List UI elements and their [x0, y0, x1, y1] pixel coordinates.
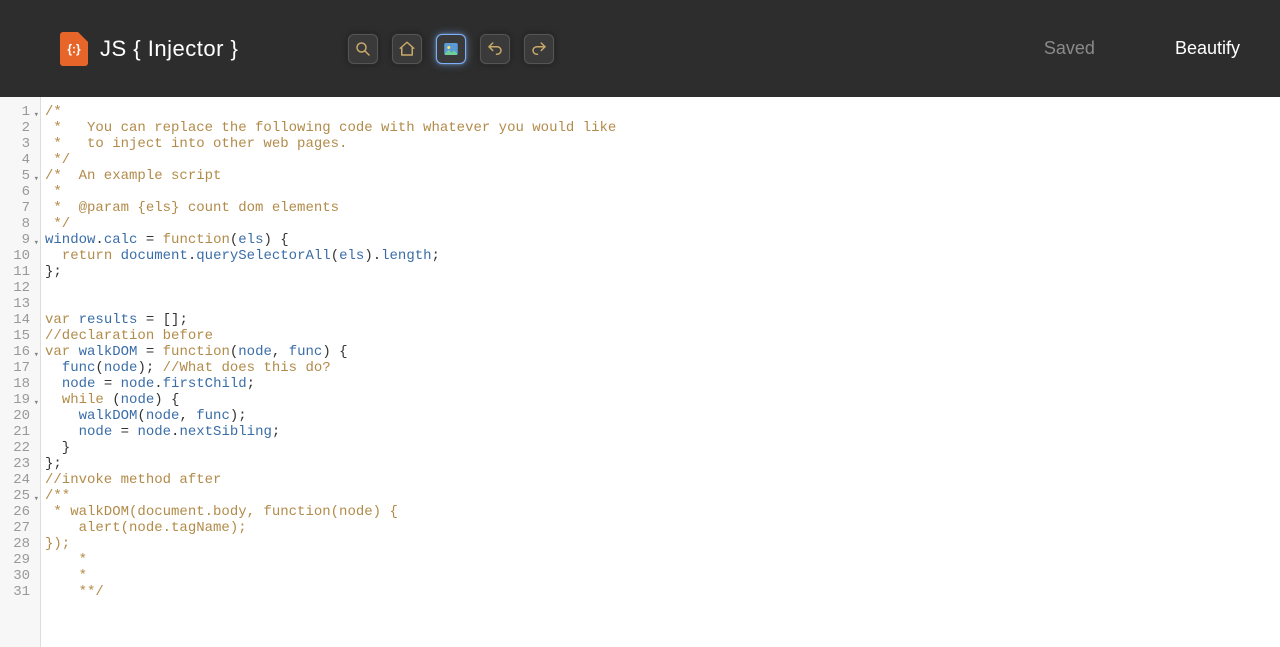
line-number: 25▾ — [0, 488, 38, 504]
home-icon[interactable] — [392, 34, 422, 64]
line-number: 12 — [0, 280, 38, 296]
code-line[interactable]: } — [45, 440, 1280, 456]
line-number: 6 — [0, 184, 38, 200]
line-number: 13 — [0, 296, 38, 312]
code-line[interactable]: */ — [45, 216, 1280, 232]
line-number: 4 — [0, 152, 38, 168]
code-line[interactable]: node = node.firstChild; — [45, 376, 1280, 392]
logo-group: {:} JS { Injector } — [60, 32, 238, 66]
toolbar — [348, 34, 554, 64]
line-number: 10 — [0, 248, 38, 264]
code-line[interactable]: var walkDOM = function(node, func) { — [45, 344, 1280, 360]
line-number: 21 — [0, 424, 38, 440]
code-line[interactable]: /** — [45, 488, 1280, 504]
status-saved: Saved — [1044, 38, 1095, 59]
code-line[interactable]: return document.querySelectorAll(els).le… — [45, 248, 1280, 264]
line-number: 22 — [0, 440, 38, 456]
app-title: JS { Injector } — [100, 36, 238, 62]
code-line[interactable]: * — [45, 568, 1280, 584]
code-line[interactable]: window.calc = function(els) { — [45, 232, 1280, 248]
line-number: 9▾ — [0, 232, 38, 248]
line-number: 16▾ — [0, 344, 38, 360]
code-line[interactable]: **/ — [45, 584, 1280, 600]
line-number: 1▾ — [0, 104, 38, 120]
code-line[interactable]: * You can replace the following code wit… — [45, 120, 1280, 136]
code-line[interactable]: node = node.nextSibling; — [45, 424, 1280, 440]
line-number: 20 — [0, 408, 38, 424]
code-line[interactable]: * @param {els} count dom elements — [45, 200, 1280, 216]
code-line[interactable]: /* — [45, 104, 1280, 120]
line-gutter: 1▾2345▾6789▾10111213141516▾171819▾202122… — [0, 97, 41, 647]
line-number: 5▾ — [0, 168, 38, 184]
code-line[interactable]: func(node); //What does this do? — [45, 360, 1280, 376]
line-number: 17 — [0, 360, 38, 376]
line-number: 26 — [0, 504, 38, 520]
app-header: {:} JS { Injector } Saved Beautify — [0, 0, 1280, 97]
code-line[interactable]: * — [45, 552, 1280, 568]
code-line[interactable]: alert(node.tagName); — [45, 520, 1280, 536]
code-area[interactable]: /* * You can replace the following code … — [41, 97, 1280, 647]
beautify-button[interactable]: Beautify — [1175, 38, 1240, 59]
search-icon[interactable] — [348, 34, 378, 64]
code-line[interactable]: }; — [45, 456, 1280, 472]
code-line[interactable]: walkDOM(node, func); — [45, 408, 1280, 424]
code-line[interactable]: /* An example script — [45, 168, 1280, 184]
code-line[interactable]: * to inject into other web pages. — [45, 136, 1280, 152]
image-icon[interactable] — [436, 34, 466, 64]
line-number: 24 — [0, 472, 38, 488]
code-line[interactable]: }); — [45, 536, 1280, 552]
line-number: 14 — [0, 312, 38, 328]
code-line[interactable]: }; — [45, 264, 1280, 280]
line-number: 11 — [0, 264, 38, 280]
line-number: 27 — [0, 520, 38, 536]
line-number: 19▾ — [0, 392, 38, 408]
header-right: Saved Beautify — [1044, 38, 1240, 59]
app-logo-icon: {:} — [60, 32, 88, 66]
undo-icon[interactable] — [480, 34, 510, 64]
code-line[interactable] — [45, 296, 1280, 312]
line-number: 31 — [0, 584, 38, 600]
line-number: 28 — [0, 536, 38, 552]
code-line[interactable]: var results = []; — [45, 312, 1280, 328]
code-line[interactable]: * walkDOM(document.body, function(node) … — [45, 504, 1280, 520]
line-number: 23 — [0, 456, 38, 472]
redo-icon[interactable] — [524, 34, 554, 64]
line-number: 18 — [0, 376, 38, 392]
line-number: 2 — [0, 120, 38, 136]
code-line[interactable]: while (node) { — [45, 392, 1280, 408]
line-number: 7 — [0, 200, 38, 216]
code-line[interactable]: */ — [45, 152, 1280, 168]
code-line[interactable]: * — [45, 184, 1280, 200]
code-line[interactable] — [45, 280, 1280, 296]
code-line[interactable]: //declaration before — [45, 328, 1280, 344]
line-number: 8 — [0, 216, 38, 232]
code-line[interactable]: //invoke method after — [45, 472, 1280, 488]
line-number: 15 — [0, 328, 38, 344]
line-number: 30 — [0, 568, 38, 584]
line-number: 3 — [0, 136, 38, 152]
code-editor[interactable]: 1▾2345▾6789▾10111213141516▾171819▾202122… — [0, 97, 1280, 647]
line-number: 29 — [0, 552, 38, 568]
